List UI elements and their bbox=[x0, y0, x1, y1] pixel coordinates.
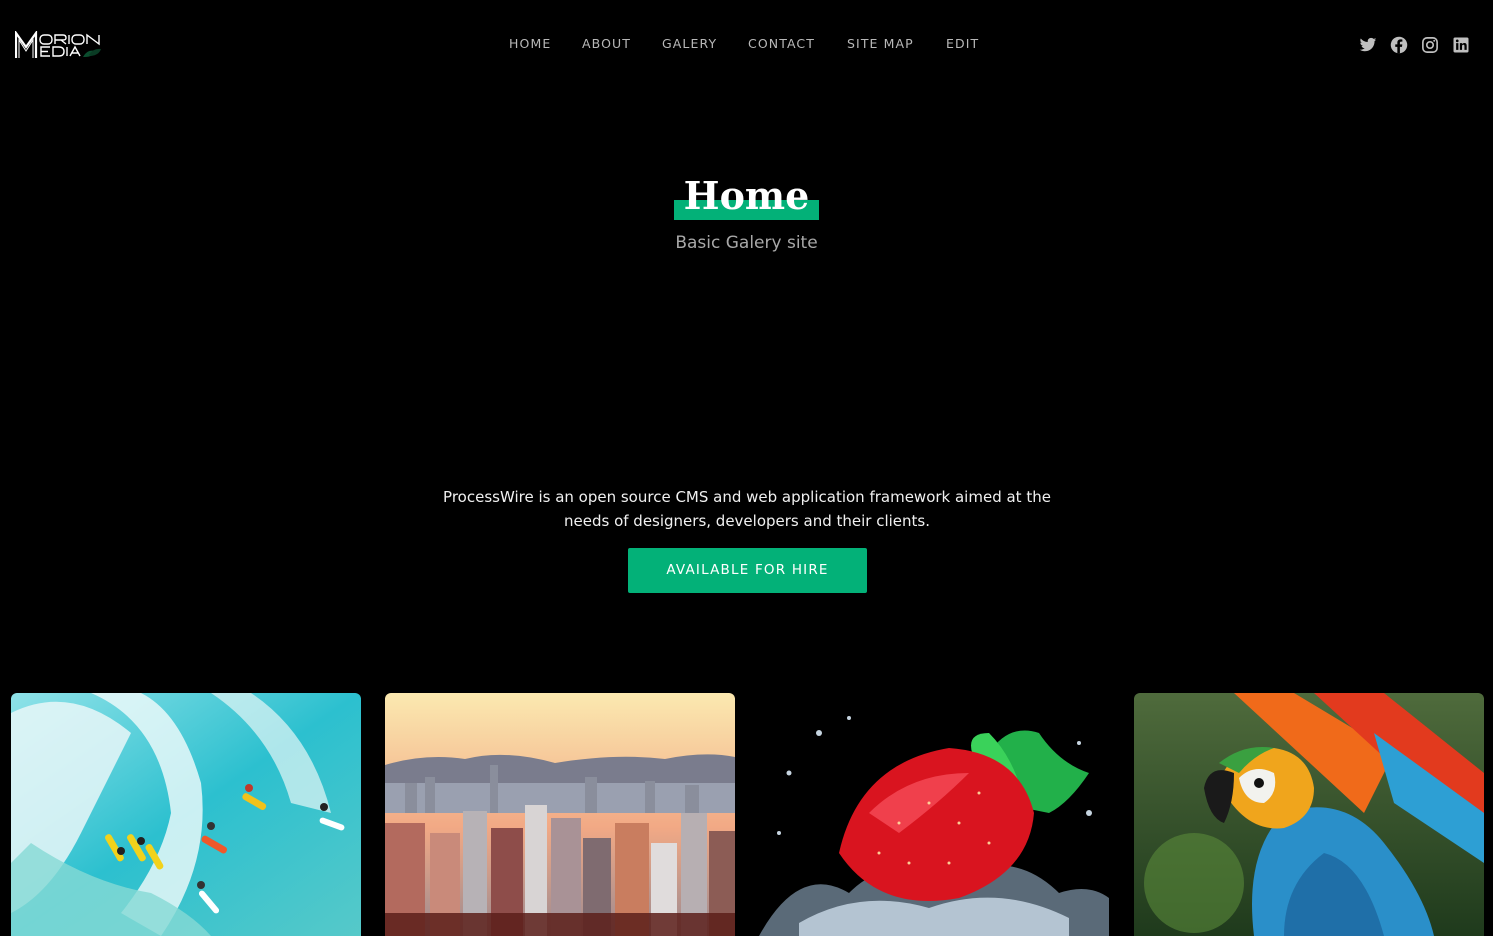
main-nav: HOME ABOUT GALERY CONTACT SITE MAP EDIT bbox=[0, 36, 1493, 54]
nav-contact[interactable]: CONTACT bbox=[748, 36, 815, 52]
instagram-icon bbox=[1422, 37, 1438, 53]
nav-about[interactable]: ABOUT bbox=[582, 36, 631, 52]
gallery-item-city[interactable] bbox=[385, 693, 735, 936]
gallery-item-strawberry[interactable] bbox=[759, 693, 1109, 936]
macaw-parrot-image bbox=[1134, 693, 1484, 936]
linkedin-icon bbox=[1453, 37, 1469, 53]
instagram-link[interactable] bbox=[1420, 35, 1440, 55]
nav-site-map[interactable]: SITE MAP bbox=[847, 36, 914, 52]
gallery-item-macaw[interactable] bbox=[1134, 693, 1484, 936]
linkedin-link[interactable] bbox=[1451, 35, 1471, 55]
page-title-text: Home bbox=[683, 173, 810, 218]
page: HOME ABOUT GALERY CONTACT SITE MAP EDIT bbox=[0, 0, 1493, 936]
nav-edit[interactable]: EDIT bbox=[946, 36, 979, 52]
page-title: Home bbox=[673, 170, 820, 222]
intro-text: ProcessWire is an open source CMS and we… bbox=[443, 488, 1051, 530]
twitter-icon bbox=[1359, 37, 1377, 52]
available-for-hire-button[interactable]: AVAILABLE FOR HIRE bbox=[628, 548, 867, 593]
nav-home[interactable]: HOME bbox=[509, 36, 551, 52]
gallery-item-surfers[interactable] bbox=[11, 693, 361, 936]
twitter-link[interactable] bbox=[1358, 35, 1378, 55]
site-header: HOME ABOUT GALERY CONTACT SITE MAP EDIT bbox=[0, 0, 1493, 88]
page-subtitle: Basic Galery site bbox=[675, 233, 818, 253]
strawberry-splash-image bbox=[759, 693, 1109, 936]
facebook-icon bbox=[1390, 36, 1408, 54]
nav-galery[interactable]: GALERY bbox=[662, 36, 717, 52]
facebook-link[interactable] bbox=[1389, 35, 1409, 55]
surfers-wave-image bbox=[11, 693, 361, 936]
city-skyline-image bbox=[385, 693, 735, 936]
hero: Home bbox=[0, 170, 1493, 222]
